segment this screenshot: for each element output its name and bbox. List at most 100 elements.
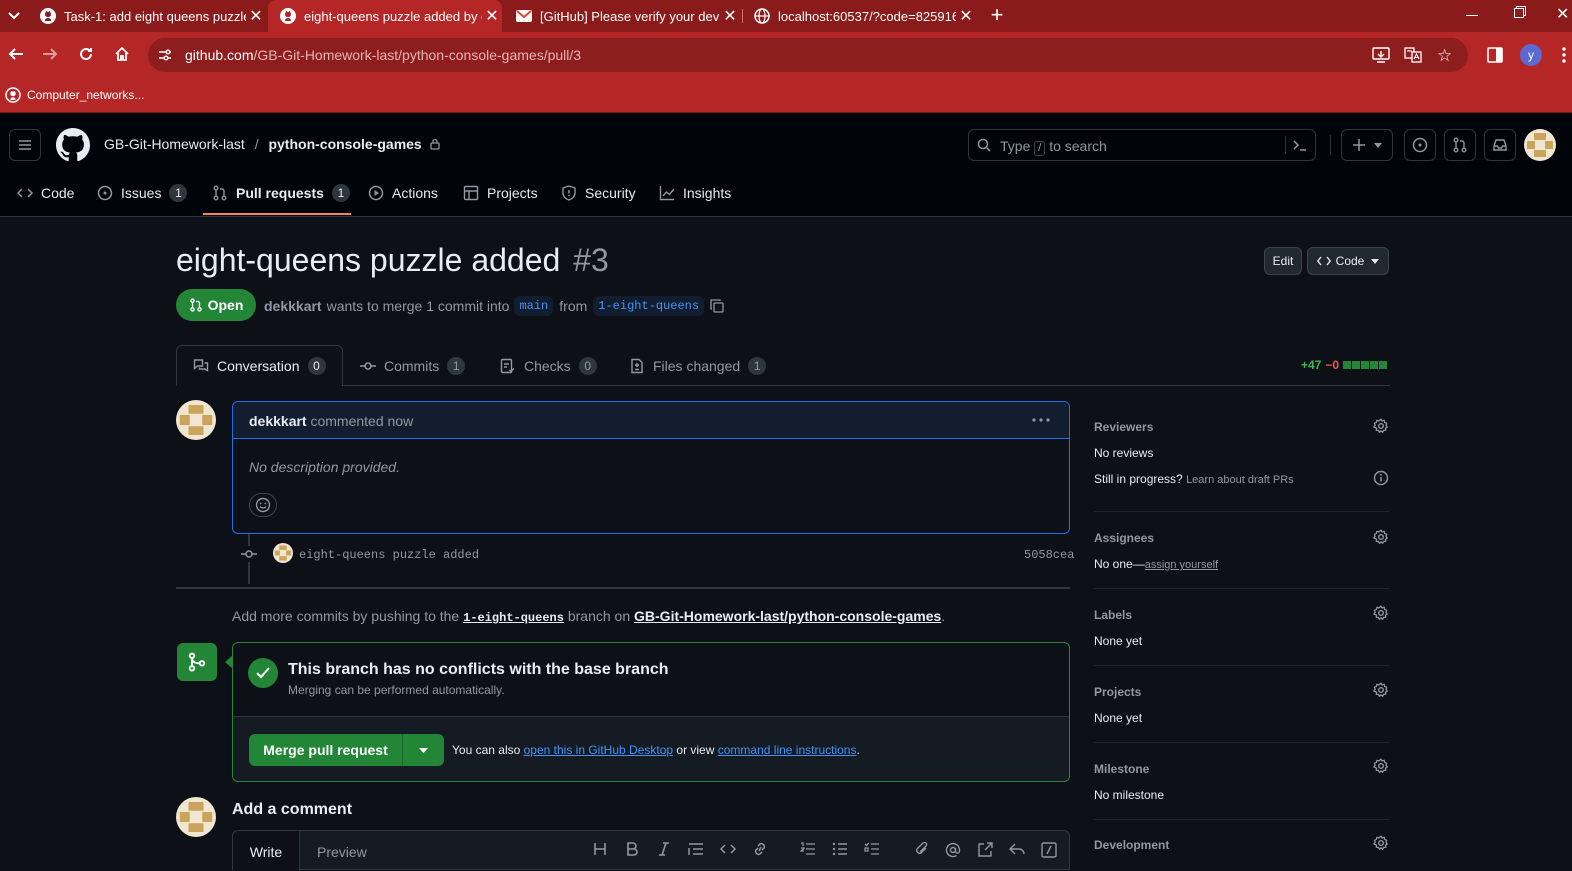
- merge-pull-request-button[interactable]: Merge pull request: [249, 734, 403, 766]
- forward-icon[interactable]: [42, 46, 58, 62]
- tab-conversation[interactable]: Conversation 0: [193, 346, 326, 386]
- italic-icon[interactable]: [657, 842, 671, 856]
- repo-owner-link[interactable]: GB-Git-Homework-last: [104, 136, 245, 152]
- draft-prs-link[interactable]: Learn about draft PRs: [1186, 474, 1294, 486]
- preview-tab[interactable]: Preview: [317, 844, 367, 860]
- browser-tab-2[interactable]: eight-queens puzzle added by d ✕: [268, 0, 502, 32]
- close-tab-icon[interactable]: ✕: [482, 6, 502, 26]
- attach-icon[interactable]: [914, 842, 930, 856]
- current-user-avatar[interactable]: [176, 797, 216, 837]
- install-app-icon[interactable]: [1372, 47, 1390, 63]
- info-icon[interactable]: [1373, 470, 1389, 486]
- heading-icon[interactable]: [593, 842, 607, 856]
- add-reaction-button[interactable]: [249, 493, 277, 517]
- commit-sha-link[interactable]: 5058cea: [1024, 548, 1074, 562]
- pull-requests-button[interactable]: [1444, 129, 1476, 161]
- assign-yourself-link[interactable]: assign yourself: [1145, 559, 1218, 571]
- browser-tab-3[interactable]: [GitHub] Please verify your devi ✕: [504, 0, 740, 32]
- restore-icon[interactable]: [1514, 6, 1526, 18]
- hamburger-menu-button[interactable]: [9, 129, 41, 161]
- create-new-button[interactable]: [1341, 129, 1393, 161]
- diffstat-bar: [1343, 361, 1388, 369]
- slash-command-icon[interactable]: [1041, 842, 1057, 858]
- command-palette-icon[interactable]: [1293, 138, 1307, 152]
- graph-icon: [659, 185, 683, 201]
- merge-options-dropdown[interactable]: [403, 734, 444, 766]
- commit-author-avatar[interactable]: [273, 543, 293, 563]
- nav-issues[interactable]: Issues 1: [97, 183, 188, 203]
- tab-commits[interactable]: Commits 1: [360, 346, 466, 386]
- github-logo-icon[interactable]: [56, 128, 90, 162]
- nav-security[interactable]: Security: [561, 183, 636, 203]
- profile-avatar[interactable]: y: [1520, 44, 1542, 66]
- close-tab-icon[interactable]: ✕: [720, 6, 740, 26]
- reload-icon[interactable]: [78, 46, 94, 62]
- back-icon[interactable]: [8, 46, 24, 62]
- nav-pull-requests[interactable]: Pull requests 1: [212, 183, 350, 203]
- gear-icon[interactable]: [1373, 758, 1389, 774]
- gear-icon[interactable]: [1373, 682, 1389, 698]
- search-input[interactable]: Type / to search: [968, 129, 1316, 161]
- tab-checks[interactable]: Checks 0: [500, 346, 597, 386]
- bold-icon[interactable]: [625, 842, 639, 856]
- gear-icon[interactable]: [1373, 835, 1389, 851]
- minimize-icon[interactable]: [1466, 15, 1478, 16]
- issues-button[interactable]: [1404, 129, 1436, 161]
- globe-icon: [754, 8, 770, 24]
- tab-files-changed[interactable]: Files changed 1: [629, 346, 767, 386]
- nav-code[interactable]: Code: [17, 183, 74, 203]
- edit-title-button[interactable]: Edit: [1264, 247, 1302, 275]
- code-icon[interactable]: [720, 842, 736, 856]
- browser-menu-icon[interactable]: [1562, 46, 1566, 64]
- issue-icon: [1412, 137, 1428, 153]
- gear-icon[interactable]: [1373, 418, 1389, 434]
- push-repo-link[interactable]: GB-Git-Homework-last/python-console-game…: [634, 608, 941, 624]
- user-avatar[interactable]: [1524, 129, 1556, 161]
- task-list-icon[interactable]: [864, 842, 880, 856]
- close-window-icon[interactable]: ✕: [1556, 4, 1569, 24]
- author-avatar[interactable]: [176, 400, 216, 440]
- gear-icon[interactable]: [1373, 529, 1389, 545]
- quote-icon[interactable]: [688, 842, 704, 856]
- site-info-icon[interactable]: [158, 48, 172, 62]
- close-tab-icon[interactable]: ✕: [246, 6, 266, 26]
- head-branch[interactable]: 1-eight-queens: [593, 296, 705, 316]
- home-icon[interactable]: [114, 46, 130, 62]
- code-dropdown-button[interactable]: Code: [1307, 247, 1389, 275]
- ordered-list-icon[interactable]: [800, 842, 816, 856]
- author-link[interactable]: dekkkart: [264, 298, 322, 314]
- browser-tab-1[interactable]: Task-1: add eight queens puzzle ✕: [28, 0, 266, 32]
- kebab-horizontal-icon[interactable]: [1031, 412, 1051, 428]
- labels-heading: Labels: [1094, 608, 1133, 622]
- cross-reference-icon[interactable]: [977, 842, 993, 858]
- github-desktop-link[interactable]: open this in GitHub Desktop: [524, 743, 673, 757]
- tab-search-chevron-icon[interactable]: [4, 6, 24, 26]
- url-bar[interactable]: github.com/GB-Git-Homework-last/python-c…: [148, 38, 1468, 72]
- bookmark-item[interactable]: Computer_networks...: [5, 87, 144, 103]
- inbox-button[interactable]: [1484, 129, 1516, 161]
- base-branch[interactable]: main: [514, 296, 554, 316]
- active-tab-underline: [203, 213, 351, 215]
- breadcrumb: GB-Git-Homework-last / python-console-ga…: [104, 136, 440, 152]
- reply-icon[interactable]: [1009, 842, 1025, 856]
- nav-insights[interactable]: Insights: [659, 183, 731, 203]
- copy-icon[interactable]: [710, 299, 724, 313]
- unordered-list-icon[interactable]: [832, 842, 848, 856]
- browser-tab-4[interactable]: localhost:60537/?code=825916 ✕: [742, 0, 976, 32]
- mention-icon[interactable]: [945, 842, 961, 858]
- link-icon[interactable]: [752, 842, 768, 856]
- side-panel-icon[interactable]: [1487, 47, 1503, 63]
- gear-icon[interactable]: [1373, 605, 1389, 621]
- translate-icon[interactable]: [1404, 47, 1422, 63]
- new-tab-icon[interactable]: +: [986, 4, 1008, 26]
- commit-message-link[interactable]: eight-queens puzzle added: [299, 548, 479, 562]
- cli-instructions-link[interactable]: command line instructions: [718, 743, 857, 757]
- close-tab-icon[interactable]: ✕: [956, 6, 976, 26]
- repo-name-link[interactable]: python-console-games: [268, 136, 421, 152]
- write-tab[interactable]: Write: [233, 831, 300, 871]
- nav-projects[interactable]: Projects: [463, 183, 538, 203]
- push-branch-link[interactable]: 1-eight-queens: [463, 611, 564, 625]
- comment-author-link[interactable]: dekkkart: [249, 413, 307, 429]
- nav-actions[interactable]: Actions: [368, 183, 438, 203]
- bookmark-star-icon[interactable]: ☆: [1437, 46, 1452, 66]
